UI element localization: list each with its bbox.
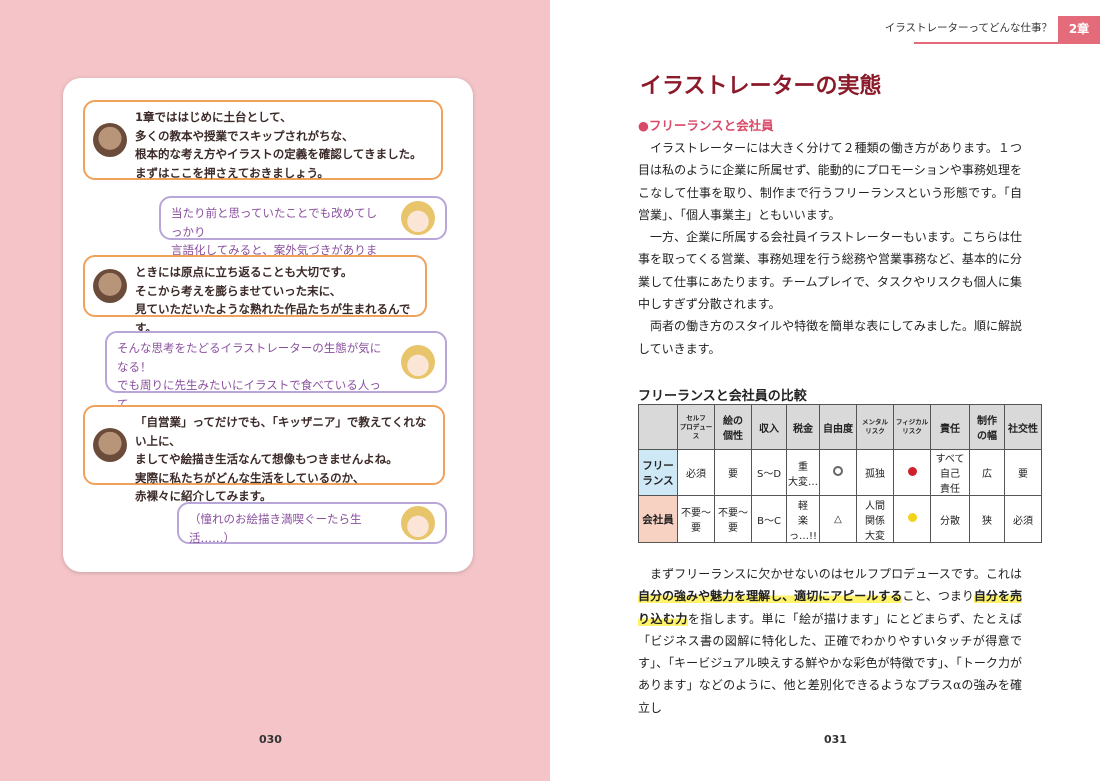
student-speech-bubble: そんな思考をたどるイラストレーターの生態が気になる！ でも周りに先生みたいにイラ… — [105, 331, 447, 429]
text-run: を指します。単に「絵が描けます」にとどまらず、たとえば「ビジネス書の図解に特化し… — [638, 611, 1022, 715]
student-avatar — [401, 201, 435, 235]
table-cell: △ — [819, 495, 857, 543]
table-cell: 不要〜 要 — [677, 495, 715, 543]
table-cell — [893, 449, 931, 496]
body-text-after-table: まずフリーランスに欠かせないのはセルフプロデュースです。これは自分の強みや魅力を… — [638, 563, 1022, 719]
running-header: イラストレーターってどんな仕事？ — [884, 22, 1052, 34]
table-header: セルフ プロデュース — [677, 404, 715, 450]
chapter-tab: 2章 — [1058, 16, 1100, 42]
table-cell: 必須 — [1004, 495, 1042, 543]
body-text: イラストレーターには大きく分けて２種類の働き方があります。１つ目は私のように企業… — [638, 137, 1022, 360]
page-number-right: 031 — [824, 733, 847, 746]
highlighted-text: 自分の強みや魅力を理解し、適切にアピールする — [638, 589, 903, 604]
table-cell: 狭 — [969, 495, 1005, 543]
row-label: 会社員 — [638, 495, 678, 543]
teacher-avatar — [93, 269, 127, 303]
table-header — [638, 404, 678, 450]
table-header: フィジカル リスク — [893, 404, 931, 450]
table-header-row: セルフ プロデュース 絵の 個性 収入 税金 自由度 メンタル リスク フィジカ… — [638, 404, 1042, 450]
table-header: 制作 の幅 — [969, 404, 1005, 450]
teacher-speech-bubble: 「自営業」ってだけでも、「キッザニア」で教えてくれない上に、 ましてや絵描き生活… — [83, 405, 445, 503]
speech-text: 「自営業」ってだけでも、「キッザニア」で教えてくれない上に、 ましてや絵描き生活… — [135, 415, 427, 503]
page-number-left: 030 — [259, 733, 282, 746]
table-title: フリーランスと会社員の比較 — [638, 389, 807, 404]
table-cell: 不要〜 要 — [714, 495, 752, 543]
paragraph: 両者の働き方のスタイルや特徴を簡単な表にしてみました。順に解説していきます。 — [638, 319, 1022, 356]
student-avatar — [401, 345, 435, 379]
table-cell: 必須 — [677, 449, 715, 496]
table-header: 絵の 個性 — [714, 404, 752, 450]
student-speech-bubble: 当たり前と思っていたことでも改めてしっかり 言語化してみると、案外気づきがありま… — [159, 196, 447, 276]
comparison-table: セルフ プロデュース 絵の 個性 収入 税金 自由度 メンタル リスク フィジカ… — [638, 404, 1042, 543]
student-speech-bubble: （憧れのお絵描き満喫ぐーたら生活……） — [177, 502, 447, 545]
speech-text: ときには原点に立ち返ることも大切です。 そこから考えを膨らませていった末に、 見… — [135, 265, 411, 335]
text-run: こと、つまり — [902, 589, 974, 604]
left-page: 1章でははじめに土台として、 多くの教本や授業でスキップされがちな、 根本的な考… — [0, 0, 550, 781]
page-title: イラストレーターの実態 — [640, 74, 882, 99]
table-row: フリー ランス 必須 要 S〜D 重 大変… 孤独 すべて 自己 責任 広 要 — [638, 449, 1042, 496]
row-label: フリー ランス — [638, 449, 678, 496]
table-cell — [893, 495, 931, 543]
table-header: 税金 — [786, 404, 820, 450]
table-cell: S〜D — [751, 449, 787, 496]
red-dot-mark — [907, 466, 917, 476]
table-cell: 分散 — [930, 495, 970, 543]
table-cell: すべて 自己 責任 — [930, 449, 970, 496]
speech-text: （憧れのお絵描き満喫ぐーたら生活……） — [189, 512, 362, 545]
table-cell: 孤独 — [856, 449, 894, 496]
table-header: メンタル リスク — [856, 404, 894, 450]
student-avatar — [401, 506, 435, 540]
teacher-avatar — [93, 123, 127, 157]
section-heading: ●フリーランスと会社員 — [638, 118, 774, 133]
table-cell: 軽 楽っ…!! — [786, 495, 820, 543]
table-cell: 広 — [969, 449, 1005, 496]
paragraph: まずフリーランスに欠かせないのはセルフプロデュースです。これは自分の強みや魅力を… — [638, 563, 1022, 719]
yellow-dot-mark — [907, 513, 917, 522]
table-cell: 重 大変… — [786, 449, 820, 496]
text-run: まずフリーランスに欠かせないのはセルフプロデュースです。これは — [650, 567, 1022, 581]
ring-mark — [833, 466, 843, 476]
table-header: 収入 — [751, 404, 787, 450]
table-cell — [819, 449, 857, 496]
table-cell: 人間 関係 大変 — [856, 495, 894, 543]
teacher-speech-bubble: ときには原点に立ち返ることも大切です。 そこから考えを膨らませていった末に、 見… — [83, 255, 427, 335]
right-page: イラストレーターってどんな仕事？ 2章 イラストレーターの実態 ●フリーランスと… — [550, 0, 1100, 781]
table-cell: B〜C — [751, 495, 787, 543]
teacher-avatar — [93, 428, 127, 462]
teacher-speech-bubble: 1章でははじめに土台として、 多くの教本や授業でスキップされがちな、 根本的な考… — [83, 100, 443, 180]
table-row: 会社員 不要〜 要 不要〜 要 B〜C 軽 楽っ…!! △ 人間 関係 大変 分… — [638, 495, 1042, 543]
table-header: 責任 — [930, 404, 970, 450]
table-cell: 要 — [1004, 449, 1042, 496]
speech-text: 1章でははじめに土台として、 多くの教本や授業でスキップされがちな、 根本的な考… — [135, 110, 422, 180]
paragraph: 一方、企業に所属する会社員イラストレーターもいます。こちらは仕事を取ってくる営業… — [638, 230, 1022, 312]
header-rule — [914, 42, 1100, 44]
table-header: 自由度 — [819, 404, 857, 450]
paragraph: イラストレーターには大きく分けて２種類の働き方があります。１つ目は私のように企業… — [638, 141, 1022, 222]
table-header: 社交性 — [1004, 404, 1042, 450]
table-cell: 要 — [714, 449, 752, 496]
dialogue-card: 1章でははじめに土台として、 多くの教本や授業でスキップされがちな、 根本的な考… — [63, 78, 473, 572]
